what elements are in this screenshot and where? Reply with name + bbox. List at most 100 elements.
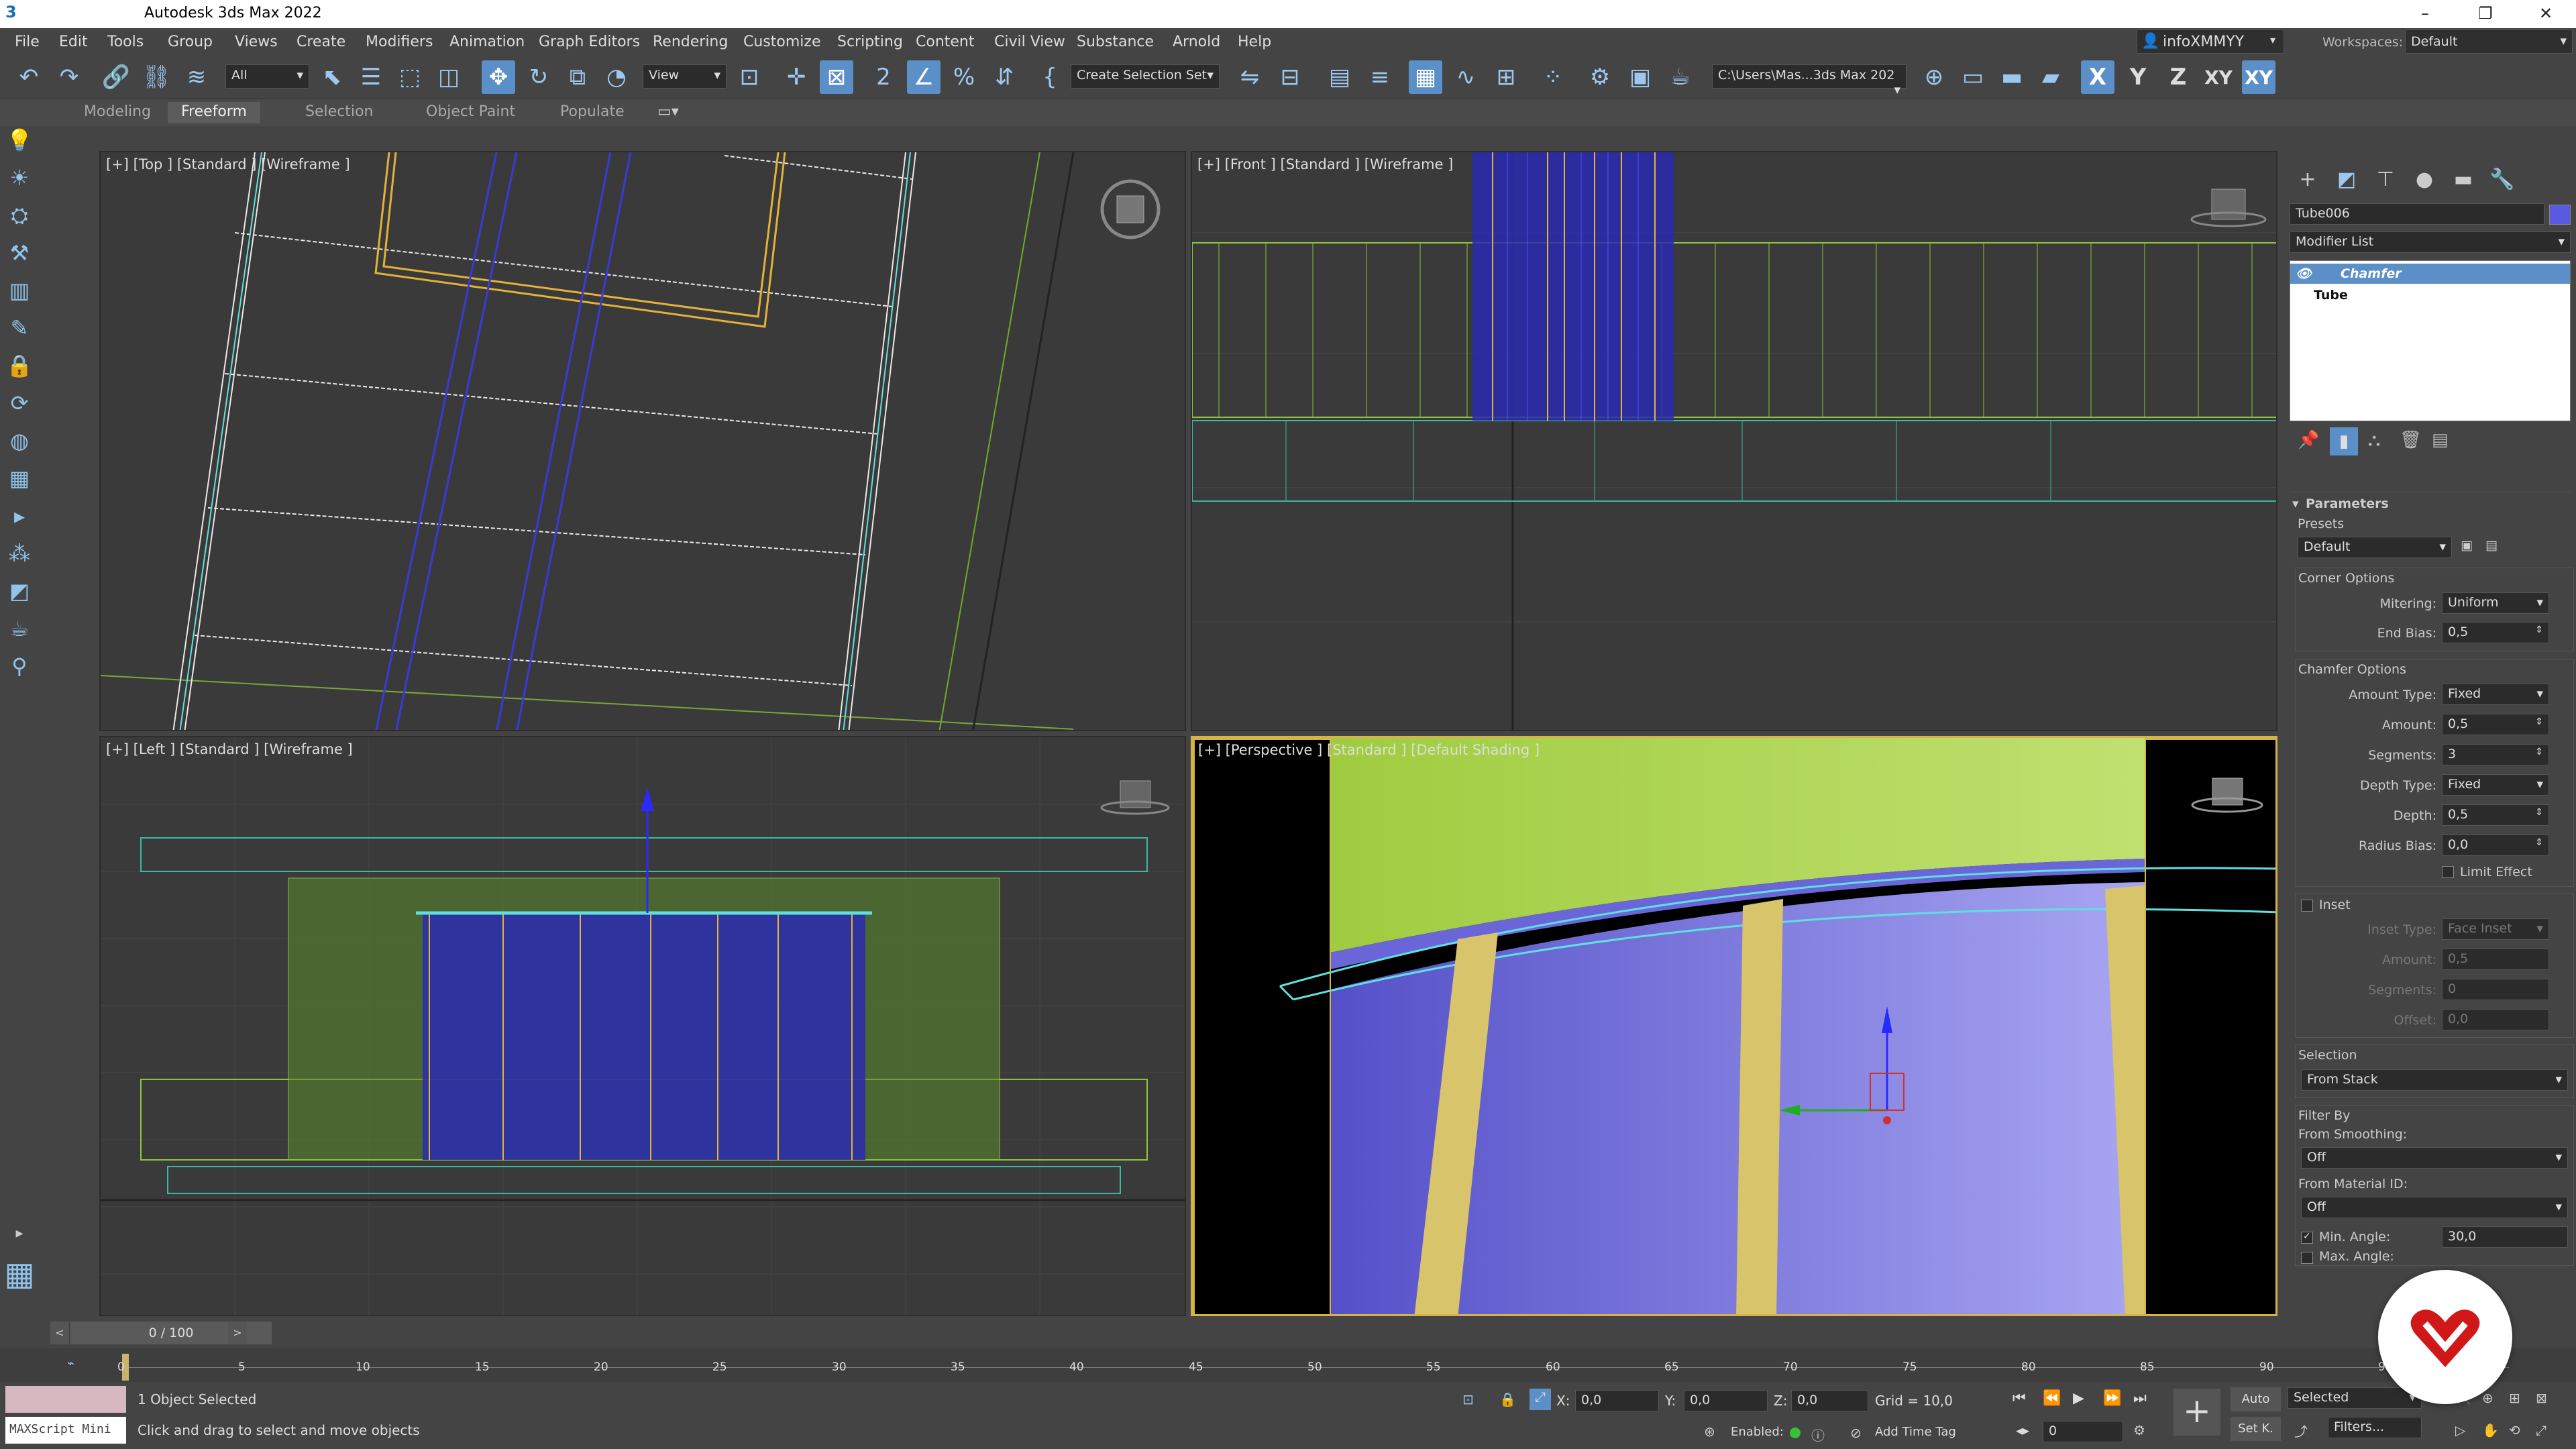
select-and-place-icon[interactable]: ◔ bbox=[600, 60, 633, 94]
spinner-snap-icon[interactable]: ⇵ bbox=[987, 60, 1021, 94]
offset-spinner[interactable]: 0,0 bbox=[2442, 1009, 2549, 1030]
container-icon[interactable]: ▰ bbox=[2034, 60, 2068, 94]
paint-icon[interactable]: ◩ bbox=[5, 577, 34, 605]
load-preset-icon[interactable]: ▤ bbox=[2485, 538, 2498, 553]
prev-frame-icon[interactable]: < bbox=[50, 1322, 69, 1344]
rotate-icon[interactable]: ⟳ bbox=[5, 389, 34, 417]
viewport-left-label[interactable]: [+] [Left ] [Standard ] [Wireframe ] bbox=[106, 741, 353, 757]
motion-tab-icon[interactable]: ● bbox=[2409, 164, 2440, 195]
pivot-center-icon[interactable]: ⊡ bbox=[733, 60, 766, 94]
lock-icon[interactable]: 🔒 bbox=[5, 352, 34, 380]
menu-file[interactable]: File bbox=[15, 34, 40, 50]
menu-views[interactable]: Views bbox=[235, 34, 278, 50]
workspaces-dropdown[interactable]: Default ▾ bbox=[2405, 30, 2573, 54]
stack-item-chamfer[interactable]: 👁 Chamfer bbox=[2290, 264, 2570, 284]
bulb-icon[interactable]: ⚲ bbox=[5, 652, 34, 680]
go-to-start-icon[interactable]: ⏮ bbox=[2012, 1390, 2026, 1407]
filters-button[interactable]: Filters... bbox=[2328, 1417, 2422, 1438]
rollout-toggle-icon[interactable]: ▾ bbox=[2292, 496, 2299, 511]
viewport-top[interactable]: [+] [Top ] [Standard ] [Wireframe ] bbox=[99, 151, 1186, 731]
utilities-tab-icon[interactable]: 🔧 bbox=[2487, 164, 2518, 195]
helper-icon[interactable]: ⛭ bbox=[5, 201, 34, 229]
add-time-tag-button[interactable]: Add Time Tag bbox=[1875, 1425, 1956, 1439]
show-end-result-icon[interactable]: ▮ bbox=[2330, 427, 2358, 455]
open-file-icon[interactable]: ▭ bbox=[1956, 60, 1990, 94]
menu-tools[interactable]: Tools bbox=[107, 34, 144, 50]
amount-type-dropdown[interactable]: Fixed ▾ bbox=[2442, 684, 2549, 705]
mitering-dropdown[interactable]: Uniform ▾ bbox=[2442, 592, 2549, 614]
presets-dropdown[interactable]: Default ▾ bbox=[2298, 537, 2452, 558]
time-tag-icon[interactable]: ⊘ bbox=[1850, 1425, 1862, 1441]
min-angle-spinner[interactable]: 30,0 bbox=[2442, 1226, 2568, 1248]
selection-lock-icon[interactable]: 🔒 bbox=[1499, 1391, 1516, 1407]
book-icon[interactable]: ▥ bbox=[5, 276, 34, 305]
save-file-icon[interactable]: ▬ bbox=[1995, 60, 2029, 94]
select-by-name-icon[interactable]: ☰ bbox=[354, 60, 388, 94]
radius-bias-spinner[interactable]: 0,0 ⇕ bbox=[2442, 835, 2549, 856]
sun-icon[interactable]: ☀ bbox=[5, 164, 34, 192]
auto-key-button[interactable]: Auto bbox=[2231, 1387, 2281, 1411]
select-and-rotate-icon[interactable]: ↻ bbox=[522, 60, 555, 94]
particles-icon[interactable]: ⁂ bbox=[5, 539, 34, 568]
select-and-move-icon[interactable]: ✥ bbox=[482, 60, 515, 94]
render-production-icon[interactable]: ☕ bbox=[1664, 60, 1697, 94]
reference-coordinate-dropdown[interactable]: View ▾ bbox=[643, 64, 727, 89]
remove-modifier-icon[interactable]: 🗑 bbox=[2400, 430, 2422, 450]
enabled-indicator-icon[interactable] bbox=[1790, 1428, 1801, 1438]
undo-icon[interactable]: ↶ bbox=[12, 60, 46, 94]
window-crossing-icon[interactable]: ◫ bbox=[432, 60, 466, 94]
from-material-dropdown[interactable]: Off ▾ bbox=[2301, 1197, 2568, 1218]
bone-icon[interactable]: ⚒ bbox=[5, 239, 34, 267]
tab-populate[interactable]: Populate bbox=[547, 102, 638, 123]
viewport-top-label[interactable]: [+] [Top ] [Standard ] [Wireframe ] bbox=[106, 156, 350, 172]
snaps-toggle-icon[interactable]: ⊠ bbox=[820, 60, 853, 94]
save-preset-icon[interactable]: ▣ bbox=[2461, 538, 2473, 553]
brush-icon[interactable]: ✎ bbox=[5, 314, 34, 342]
viewport-perspective-label[interactable]: [+] [Perspective ] [Standard ] [Default … bbox=[1198, 742, 1540, 758]
sphere-icon[interactable]: ◍ bbox=[5, 427, 34, 455]
menu-customize[interactable]: Customize bbox=[743, 34, 820, 50]
stack-item-tube[interactable]: Tube bbox=[2290, 285, 2570, 305]
user-account-dropdown[interactable]: 👤 infoXMMYY ▾ bbox=[2137, 30, 2284, 54]
material-editor-icon[interactable]: ⁘ bbox=[1536, 60, 1570, 94]
selection-filter-dropdown[interactable]: All ▾ bbox=[225, 64, 309, 89]
absolute-mode-icon[interactable]: ⤢ bbox=[1529, 1389, 1551, 1410]
bind-spacewarp-icon[interactable]: ≋ bbox=[180, 60, 213, 94]
zoom-extents-all-icon[interactable]: ⊠ bbox=[2536, 1390, 2547, 1406]
percent-snap-icon[interactable]: % bbox=[947, 60, 981, 94]
tab-modeling[interactable]: Modeling bbox=[70, 102, 164, 123]
viewport-front-label[interactable]: [+] [Front ] [Standard ] [Wireframe ] bbox=[1197, 156, 1453, 172]
y-coord-field[interactable]: 0,0 bbox=[1684, 1390, 1768, 1411]
create-tab-icon[interactable]: + bbox=[2292, 164, 2323, 195]
set-key-button[interactable]: Set K. bbox=[2231, 1417, 2281, 1441]
inset-amount-spinner[interactable]: 0,5 bbox=[2442, 949, 2549, 970]
max-angle-checkbox[interactable] bbox=[2301, 1252, 2313, 1264]
tab-freeform[interactable]: Freeform bbox=[168, 102, 260, 123]
select-object-icon[interactable]: ⬉ bbox=[315, 60, 349, 94]
tab-selection[interactable]: Selection bbox=[292, 102, 386, 123]
current-frame-field[interactable]: 0 bbox=[2043, 1421, 2123, 1442]
expand-arrow-icon[interactable]: ▸ bbox=[5, 1220, 34, 1248]
select-and-scale-icon[interactable]: ⧉ bbox=[561, 60, 594, 94]
object-name-field[interactable]: Tube006 bbox=[2290, 203, 2544, 225]
key-mode-icon[interactable]: ◂▸ bbox=[2016, 1422, 2029, 1438]
menu-scripting[interactable]: Scripting bbox=[837, 34, 903, 50]
keyboard-shortcut-override-icon[interactable]: ✛ bbox=[780, 60, 813, 94]
end-bias-spinner[interactable]: 0,5 ⇕ bbox=[2442, 622, 2549, 643]
angle-snap-icon[interactable]: ∠ bbox=[907, 60, 941, 94]
modifier-list-dropdown[interactable]: Modifier List ▾ bbox=[2290, 231, 2571, 253]
parameters-rollout-title[interactable]: Parameters bbox=[2306, 496, 2389, 511]
constrain-x-button[interactable]: X bbox=[2081, 60, 2114, 94]
schematic-view-icon[interactable]: ⊞ bbox=[1489, 60, 1523, 94]
time-configuration-icon[interactable]: ⚙ bbox=[2133, 1422, 2145, 1438]
amount-spinner[interactable]: 0,5 ⇕ bbox=[2442, 714, 2549, 735]
modify-tab-icon[interactable]: ◩ bbox=[2331, 164, 2362, 195]
constrain-z-button[interactable]: Z bbox=[2161, 60, 2195, 94]
next-frame-icon[interactable]: > bbox=[228, 1322, 247, 1344]
curve-editor-icon[interactable]: ∿ bbox=[1449, 60, 1483, 94]
ribbon-options-icon[interactable]: ▭▾ bbox=[657, 103, 679, 120]
toggle-ribbon-icon[interactable]: ▦ bbox=[1409, 60, 1442, 94]
go-to-end-icon[interactable]: ⏭ bbox=[2133, 1390, 2147, 1407]
depth-spinner[interactable]: 0,5 ⇕ bbox=[2442, 804, 2549, 826]
hierarchy-tab-icon[interactable]: ⊤ bbox=[2370, 164, 2401, 195]
